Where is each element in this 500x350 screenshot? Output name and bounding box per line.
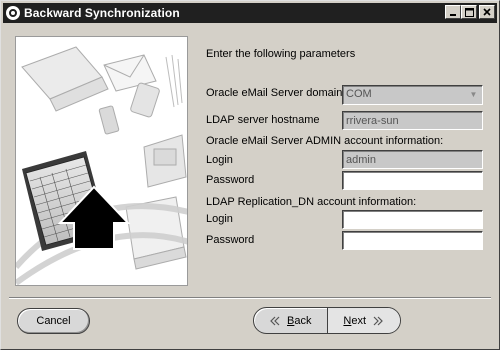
close-button[interactable] — [479, 5, 495, 19]
admin-password-field[interactable] — [342, 171, 483, 190]
minimize-icon — [450, 14, 456, 16]
minimize-button[interactable] — [445, 5, 461, 19]
cancel-button[interactable]: Cancel — [17, 308, 90, 334]
domain-label: Oracle eMail Server domain — [206, 87, 343, 99]
intro-text: Enter the following parameters — [206, 48, 356, 60]
admin-login-field[interactable] — [342, 150, 483, 169]
domain-value: COM — [346, 88, 372, 100]
repl-section-heading: LDAP Replication_DN account information: — [206, 196, 417, 208]
admin-password-label: Password — [206, 174, 255, 186]
wizard-illustration — [15, 36, 188, 286]
navigation-buttons: Back Next — [253, 307, 401, 334]
ldap-host-field[interactable] — [342, 111, 483, 130]
wizard-window: Backward Synchronization Enter the follo… — [0, 0, 500, 350]
back-label: Back — [287, 315, 311, 327]
next-button[interactable]: Next — [327, 308, 400, 333]
domain-select[interactable]: COM ▼ — [342, 85, 483, 105]
app-icon[interactable] — [6, 6, 20, 20]
repl-password-field[interactable] — [342, 231, 483, 250]
next-label-rest: ext — [351, 314, 367, 327]
back-label-rest: ack — [294, 314, 312, 327]
chevron-down-icon[interactable]: ▼ — [466, 87, 481, 102]
admin-login-label: Login — [206, 154, 233, 166]
window-title: Backward Synchronization — [24, 6, 180, 20]
maximize-icon — [464, 7, 474, 17]
chevron-left-double-icon — [270, 316, 280, 325]
maximize-button[interactable] — [461, 5, 477, 19]
next-label: Next — [343, 315, 366, 327]
admin-section-heading: Oracle eMail Server ADMIN account inform… — [206, 135, 444, 147]
back-button[interactable]: Back — [254, 308, 328, 333]
repl-password-label: Password — [206, 234, 255, 246]
close-icon — [483, 8, 491, 16]
title-bar[interactable]: Backward Synchronization — [3, 3, 497, 23]
repl-login-label: Login — [206, 213, 233, 225]
ldap-host-label: LDAP server hostname — [206, 114, 320, 126]
office-devices-illustration — [16, 37, 187, 285]
footer-divider — [9, 297, 491, 299]
chevron-right-double-icon — [373, 316, 383, 325]
repl-login-field[interactable] — [342, 210, 483, 229]
window-controls — [445, 5, 495, 19]
